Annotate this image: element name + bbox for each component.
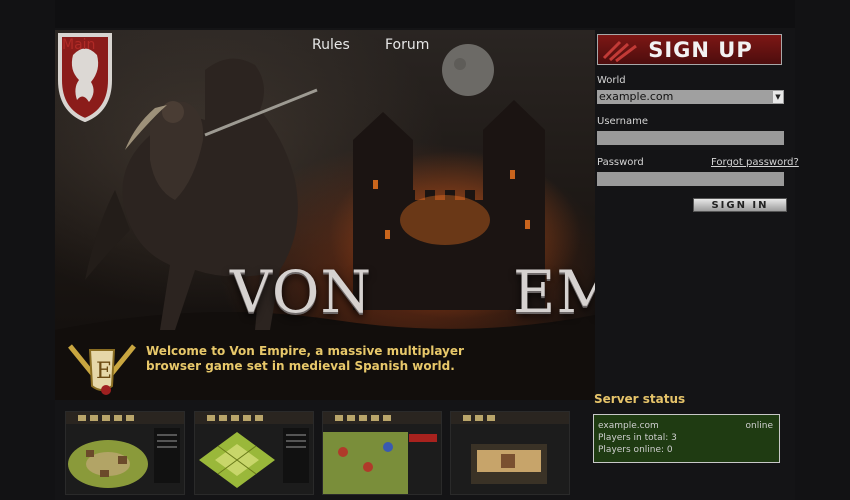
- dropdown-arrow-icon[interactable]: ▼: [773, 91, 783, 103]
- nav-rules[interactable]: Rules: [312, 37, 350, 53]
- server-name: example.com: [598, 421, 659, 431]
- thumb-toolbar: [66, 412, 184, 424]
- thumb-toolbar: [323, 412, 441, 424]
- battle-art: [323, 432, 437, 494]
- thumb-panel: [283, 428, 309, 483]
- players-total: Players in total: 3: [598, 433, 677, 443]
- server-status-box: example.com online Players in total: 3 P…: [593, 414, 780, 463]
- world-select-value: example.com: [599, 90, 674, 103]
- battle-screenshot[interactable]: [322, 411, 442, 495]
- signin-button[interactable]: SIGN IN: [693, 198, 787, 212]
- logo-von: VON: [230, 258, 373, 326]
- players-online: Players online: 0: [598, 445, 673, 455]
- username-input[interactable]: [597, 131, 784, 145]
- claw-scratch-icon: [602, 40, 637, 62]
- moon-crater: [454, 58, 466, 70]
- building-screenshot[interactable]: [450, 411, 570, 495]
- thumb-toolbar: [451, 412, 569, 424]
- svg-text:E: E: [96, 359, 112, 384]
- nav-forum[interactable]: Forum: [385, 37, 429, 53]
- logo-empire: EMPIRE: [513, 258, 595, 326]
- password-label: Password: [597, 157, 644, 168]
- forgot-password-link[interactable]: Forgot password?: [711, 157, 799, 168]
- village-screenshot[interactable]: [65, 411, 185, 495]
- world-select[interactable]: example.com ▼: [597, 90, 784, 104]
- nav-main[interactable]: Main: [62, 37, 95, 53]
- world-label: World: [597, 75, 626, 86]
- emblem-trumpets-icon: E: [68, 344, 136, 395]
- fire-glow: [400, 195, 490, 245]
- signup-button[interactable]: SIGN UP: [597, 34, 782, 65]
- thumb-toolbar: [195, 412, 313, 424]
- left-margin: [0, 0, 55, 500]
- username-label: Username: [597, 116, 648, 127]
- building-art: [471, 444, 547, 484]
- server-row: example.com online: [598, 420, 775, 432]
- password-input[interactable]: [597, 172, 784, 186]
- moon: [442, 44, 494, 96]
- signup-label: SIGN UP: [648, 38, 753, 62]
- welcome-text: Welcome to Von Empire, a massive multipl…: [146, 344, 464, 373]
- right-margin: [795, 0, 850, 500]
- server-state: online: [745, 421, 773, 431]
- map-screenshot[interactable]: [194, 411, 314, 495]
- server-status-title: Server status: [594, 392, 686, 406]
- thumb-panel: [154, 428, 180, 483]
